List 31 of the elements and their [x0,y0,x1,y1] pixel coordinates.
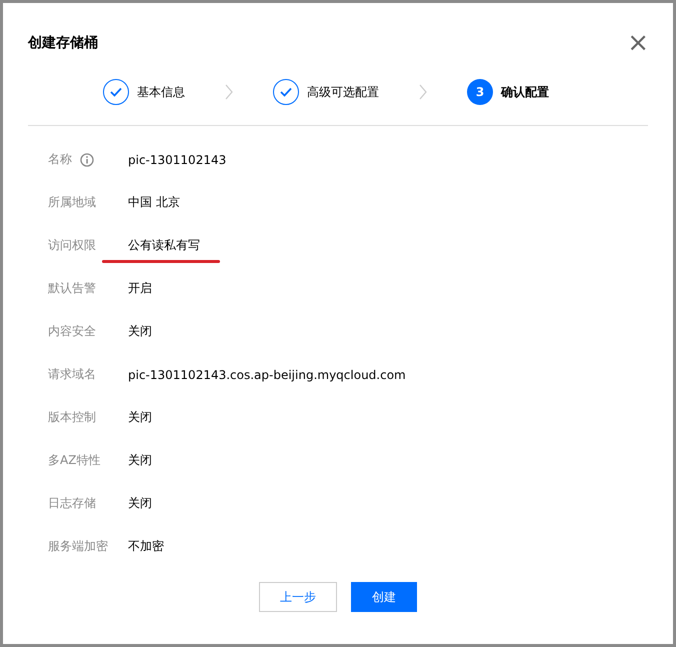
step-label: 高级可选配置 [307,84,379,100]
info-icon[interactable] [80,152,94,166]
field-value: 公有读私有写 [128,238,200,252]
dialog-title: 创建存储桶 [28,34,98,52]
field-value: 关闭 [128,410,152,424]
field-value: 关闭 [128,324,152,338]
field-label: 多AZ特性 [48,452,100,469]
field-value: 不加密 [128,539,164,553]
step-label: 确认配置 [501,84,549,100]
field-value: pic-1301102143.cos.ap-beijing.myqcloud.com [128,368,406,382]
field-label: 版本控制 [48,409,96,426]
field-label: 访问权限 [48,237,96,254]
chevron-icon [225,84,233,100]
field-label: 请求域名 [48,366,96,383]
field-value: 开启 [128,281,152,295]
back-button[interactable]: 上一步 [259,582,337,612]
field-label: 所属地域 [48,194,96,211]
field-label: 日志存储 [48,495,96,512]
field-label: 名称 [48,151,72,168]
create-button[interactable]: 创建 [351,582,417,612]
step-number: 3 [467,79,493,105]
close-button[interactable]: × [627,31,649,55]
field-value: pic-1301102143 [128,152,226,166]
step-label: 基本信息 [137,84,185,100]
chevron-icon [419,84,427,100]
field-value: 关闭 [128,453,152,467]
field-value: 中国 北京 [128,195,180,209]
field-label: 内容安全 [48,323,96,340]
field-value: 关闭 [128,496,152,510]
field-label: 默认告警 [48,280,96,297]
field-label: 服务端加密 [48,538,108,555]
